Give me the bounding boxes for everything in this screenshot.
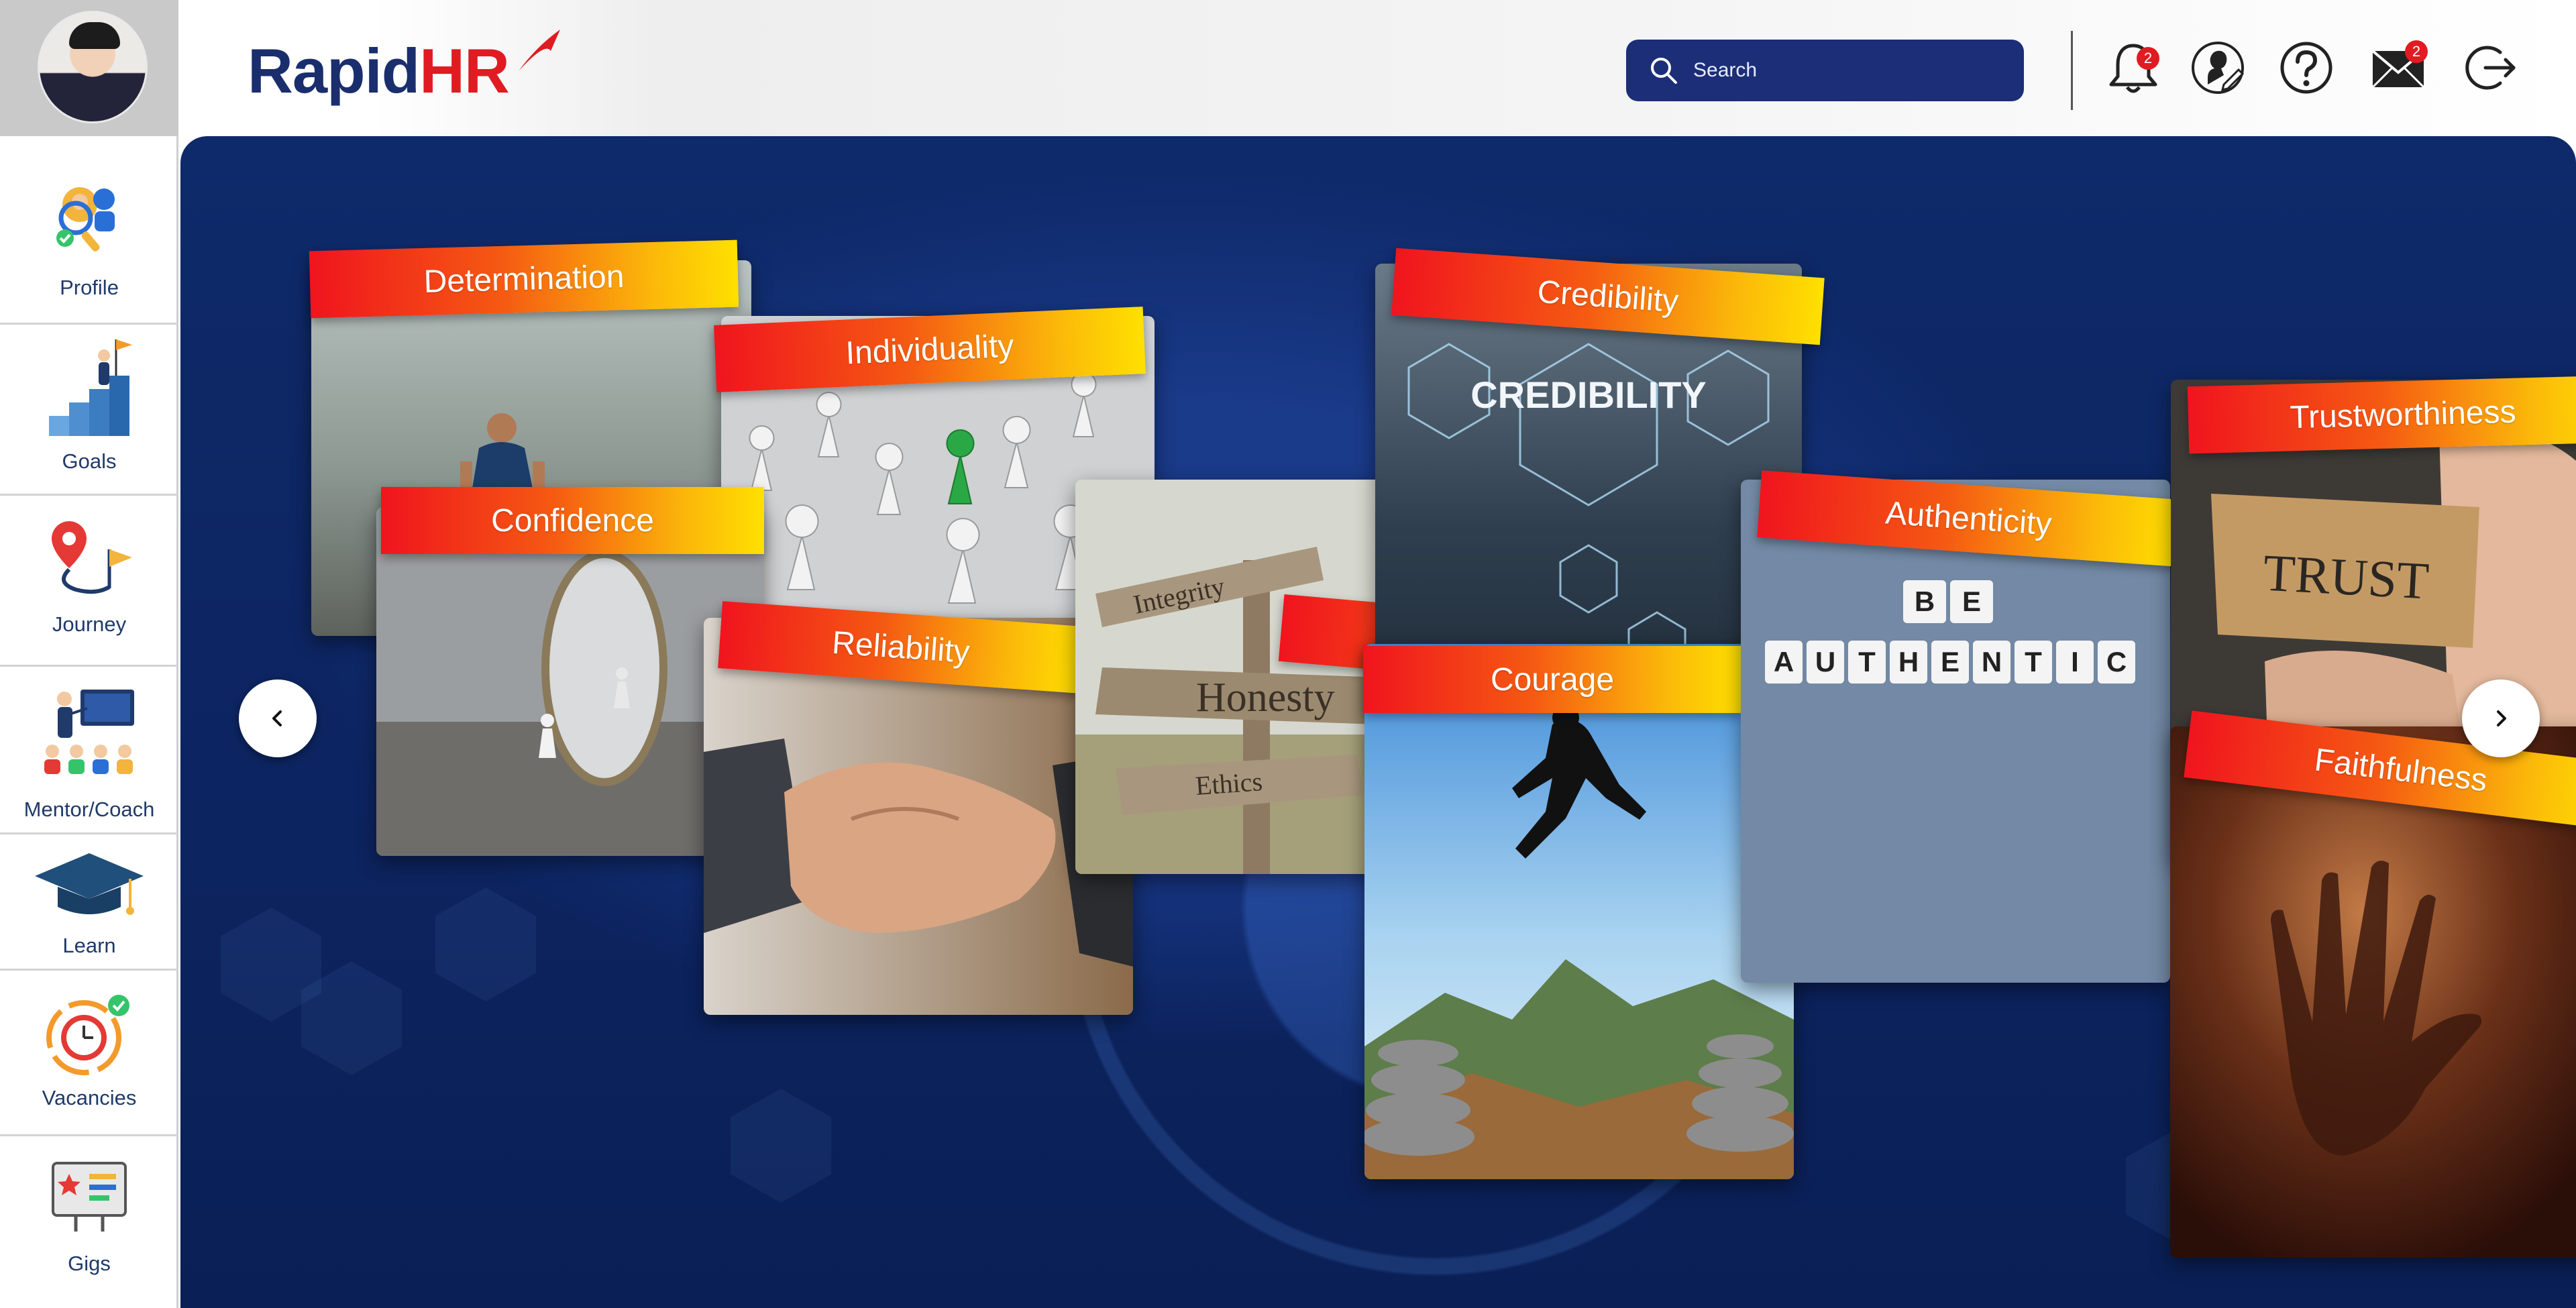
- chevron-left-icon: [272, 710, 282, 726]
- tile-letter: B: [1915, 586, 1935, 617]
- sidebar-item-gigs[interactable]: Gigs: [0, 1134, 178, 1308]
- header-divider: [2071, 31, 2073, 110]
- logo-swoosh-icon: [519, 30, 560, 71]
- user-edit-icon: [2192, 42, 2245, 94]
- tile-letter: E: [1962, 586, 1981, 617]
- tile-letter: U: [1815, 646, 1835, 677]
- notifications-badge: 2: [2137, 47, 2159, 70]
- tile-letter: A: [1774, 646, 1794, 677]
- sidebar-item-journey[interactable]: Journey: [0, 494, 178, 665]
- sidebar-item-label: Learn: [62, 934, 116, 957]
- courage-photo: [1364, 644, 1794, 1179]
- sidebar-item-vacancies[interactable]: Vacancies: [0, 969, 178, 1134]
- tile-letter: C: [2106, 646, 2127, 677]
- sidebar-item-goals[interactable]: Goals: [0, 323, 178, 494]
- sidebar-item-label: Goals: [62, 449, 117, 473]
- help-icon: [2280, 42, 2332, 94]
- goals-icon: [49, 339, 132, 436]
- messages-button[interactable]: 2: [2367, 38, 2428, 98]
- sidebar-item-label: Profile: [60, 276, 119, 299]
- signpost-honesty-text: Honesty: [1196, 675, 1335, 720]
- sidebar-item-learn[interactable]: Learn: [0, 832, 178, 969]
- top-bar: RapidHR 2: [180, 0, 2576, 136]
- carousel-prev-button[interactable]: [239, 679, 317, 757]
- tile-letter: I: [2071, 646, 2079, 677]
- tile-letter: N: [1982, 646, 2002, 677]
- search-bar[interactable]: [1626, 40, 2024, 101]
- search-input[interactable]: [1693, 53, 2002, 88]
- logout-icon: [2465, 46, 2516, 90]
- card-banner: Trustworthiness: [2187, 375, 2576, 454]
- vacancies-icon: [46, 995, 129, 1075]
- sidebar-item-label: Mentor/Coach: [23, 798, 155, 821]
- sidebar-item-mentor-coach[interactable]: Mentor/Coach: [0, 665, 178, 832]
- credibility-image-text: CREDIBILITY: [1470, 374, 1707, 416]
- rapidhr-logo[interactable]: RapidHR: [248, 35, 510, 107]
- tile-letter: E: [1941, 646, 1960, 677]
- profile-icon: [56, 187, 115, 252]
- card-banner: Confidence: [381, 487, 764, 554]
- tile-letter: H: [1898, 646, 1919, 677]
- signpost-ethics-text: Ethics: [1194, 766, 1263, 801]
- notifications-button[interactable]: 2: [2103, 38, 2163, 98]
- logo-text-hr: HR: [419, 36, 510, 106]
- avatar[interactable]: [38, 11, 148, 123]
- help-button[interactable]: [2276, 38, 2337, 98]
- graduation-cap-icon: [35, 853, 144, 915]
- sidebar-item-label: Journey: [52, 612, 127, 636]
- search-icon[interactable]: [1648, 54, 1680, 87]
- carousel-next-button[interactable]: [2462, 679, 2540, 757]
- value-card-courage[interactable]: [1364, 644, 1794, 1179]
- card-banner: Determination: [309, 239, 739, 319]
- values-carousel: Determination Individuality Confidence R…: [180, 136, 2576, 1308]
- logo-text-rapid: Rapid: [248, 36, 420, 106]
- trust-image-text: TRUST: [2262, 543, 2430, 610]
- sidebar-item-label: Vacancies: [42, 1086, 137, 1109]
- background-hexagon: [731, 1089, 831, 1203]
- background-hexagon: [435, 887, 536, 1001]
- sidebar-item-profile[interactable]: Profile: [0, 136, 178, 323]
- sidebar-item-label: Gigs: [68, 1252, 111, 1275]
- logout-button[interactable]: [2460, 38, 2520, 98]
- edit-profile-button[interactable]: [2188, 38, 2248, 98]
- tile-letter: T: [1858, 646, 1876, 677]
- chevron-right-icon: [2497, 710, 2506, 726]
- messages-badge: 2: [2405, 40, 2428, 63]
- mentor-coach-icon: [44, 690, 134, 774]
- tile-letter: T: [2025, 646, 2042, 677]
- card-banner: Courage: [1363, 646, 1741, 713]
- gigs-billboard-icon: [52, 1162, 127, 1232]
- journey-icon: [52, 521, 132, 594]
- avatar-area: [0, 0, 178, 136]
- sidebar: Profile Goals Journey Mentor/Coach Learn…: [0, 0, 178, 1308]
